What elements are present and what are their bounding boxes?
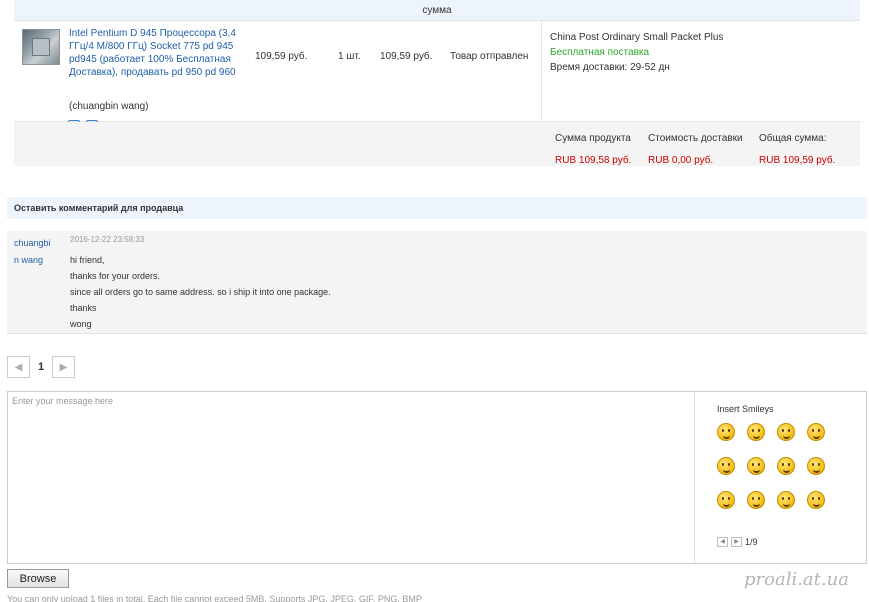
comment-line: thanks for your orders. (70, 271, 161, 281)
product-quantity: 1 шт. (338, 51, 361, 62)
comment-line: hi friend, (70, 255, 105, 265)
summary-shipping-label: Стоимость доставки (648, 133, 743, 144)
shipping-free: Бесплатная поставка (550, 47, 650, 58)
summary-product-label: Сумма продукта (555, 133, 631, 144)
comment-line: since all orders go to same address. so … (70, 287, 331, 297)
chuckle-icon[interactable] (807, 491, 825, 509)
chevron-left-icon: ◀ (14, 361, 23, 373)
cry-icon[interactable] (717, 491, 735, 509)
summary-shipping-value: RUB 0,00 руб. (648, 155, 714, 166)
laugh-icon[interactable] (717, 457, 735, 475)
smileys-panel: Insert Smileys (717, 404, 825, 509)
smileys-page-indicator: 1/9 (745, 537, 758, 547)
product-title-link[interactable]: Intel Pentium D 945 Процессора (3,4 ГГц/… (69, 27, 241, 79)
tongue-icon[interactable] (777, 423, 795, 441)
product-seller: (chuangbin wang) (69, 101, 149, 112)
message-panel: Insert Smileys ◀ ▶ 1/9 (7, 391, 867, 564)
summary-total-label: Общая сумма: (759, 133, 827, 144)
comment-line: wong (70, 319, 92, 329)
comment-author-line1: chuangbi (14, 238, 51, 248)
comment-author-line2: n wang (14, 255, 44, 265)
comment-author[interactable]: chuangbi n wang (14, 235, 56, 269)
comment-section-title: Оставить комментарий для продавца (7, 197, 867, 219)
smileys-next-button[interactable]: ▶ (731, 537, 742, 547)
order-table: сумма Intel Pentium D 945 Процессора (3,… (14, 0, 860, 130)
current-page[interactable]: 1 (30, 361, 52, 373)
upload-note: You can only upload 1 files in total. Ea… (7, 594, 422, 602)
summary-shipping: Стоимость доставки RUB 0,00 руб. (648, 128, 743, 172)
comment-line: thanks (70, 303, 97, 313)
shipping-method: China Post Ordinary Small Packet Plus (550, 32, 724, 43)
order-row: Intel Pentium D 945 Процессора (3,4 ГГц/… (14, 21, 860, 130)
wink-icon[interactable] (747, 423, 765, 441)
chevron-right-icon: ▶ (59, 361, 68, 373)
summary-product-value: RUB 109,58 руб. (555, 155, 632, 166)
blush-icon[interactable] (807, 457, 825, 475)
comment-text: hi friend, thanks for your orders. since… (70, 252, 331, 332)
product-price: 109,59 руб. (255, 51, 308, 62)
grin-icon[interactable] (807, 423, 825, 441)
smileys-title: Insert Smileys (717, 404, 774, 414)
lol-icon[interactable] (777, 457, 795, 475)
smileys-pager: ◀ ▶ 1/9 (717, 537, 758, 547)
product-total: 109,59 руб. (380, 51, 433, 62)
shipping-info: China Post Ordinary Small Packet Plus Бе… (541, 21, 723, 121)
dizzy-icon[interactable] (747, 491, 765, 509)
summary-total-value: RUB 109,59 руб. (759, 155, 836, 166)
smirk-icon[interactable] (777, 491, 795, 509)
order-status: Товар отправлен (450, 51, 529, 62)
smileys-grid (717, 423, 825, 509)
comment-date: 2016-12-22 23:58:33 (70, 235, 145, 244)
prev-page-button[interactable]: ◀ (7, 356, 30, 378)
smileys-prev-button[interactable]: ◀ (717, 537, 728, 547)
message-input[interactable] (8, 392, 695, 563)
comment-item: chuangbi n wang 2016-12-22 23:58:33 hi f… (7, 231, 867, 334)
order-summary: Сумма продукта RUB 109,58 руб. Стоимость… (14, 122, 860, 166)
summary-total: Общая сумма: RUB 109,59 руб. (759, 128, 835, 172)
browse-button[interactable]: Browse (7, 569, 69, 588)
smile-icon[interactable] (717, 423, 735, 441)
summary-product: Сумма продукта RUB 109,58 руб. (555, 128, 631, 172)
comment-pager: ◀ 1 ▶ (7, 356, 75, 378)
shout-icon[interactable] (747, 457, 765, 475)
delivery-time: Время доставки: 29-52 дн (550, 62, 670, 73)
order-header: сумма (14, 0, 860, 21)
watermark: proali.at.ua (744, 569, 849, 590)
product-thumbnail[interactable] (22, 29, 60, 65)
next-page-button[interactable]: ▶ (52, 356, 75, 378)
cpu-chip-icon (32, 38, 50, 56)
